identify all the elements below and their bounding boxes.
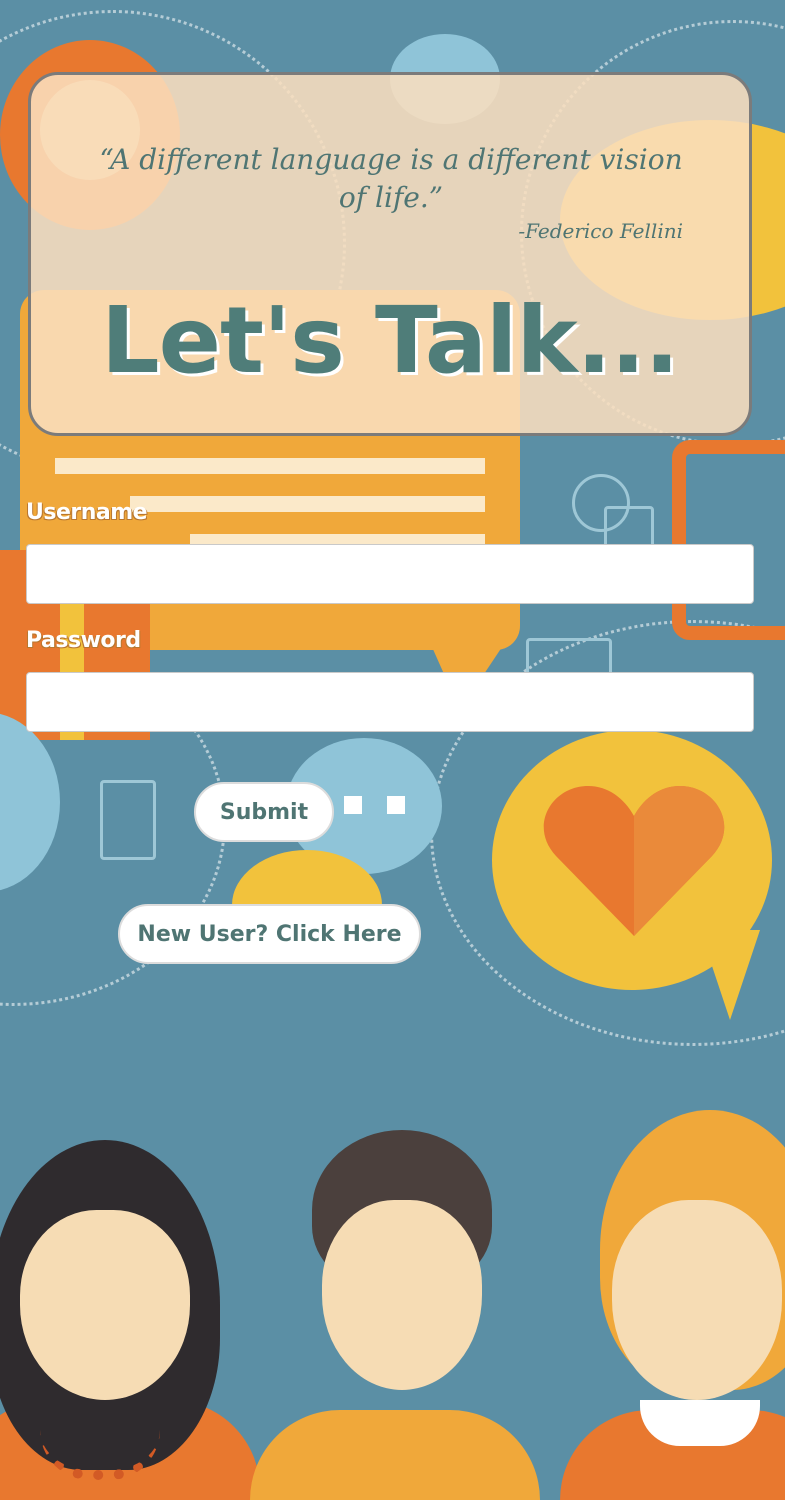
password-label: Password: [26, 628, 141, 653]
bubble-tail-shape: [700, 930, 760, 1020]
chat-dot-shape: [387, 796, 405, 814]
person-body-shape: [250, 1410, 540, 1500]
person-face-shape: [612, 1200, 782, 1400]
quote-text: “A different language is a different vis…: [99, 143, 683, 214]
quote-card: “A different language is a different vis…: [28, 72, 752, 436]
frame-shape: [672, 440, 785, 640]
username-label: Username: [26, 500, 148, 525]
text-line-shape: [130, 496, 485, 512]
heart-icon: [542, 786, 726, 936]
chat-dot-shape: [344, 796, 362, 814]
new-user-button[interactable]: New User? Click Here: [118, 904, 421, 964]
quote-author: -Federico Fellini: [518, 219, 683, 243]
username-input[interactable]: [26, 544, 754, 604]
text-line-shape: [55, 458, 485, 474]
submit-button[interactable]: Submit: [194, 782, 334, 842]
collar-shape: [640, 1400, 760, 1446]
person-face-shape: [20, 1210, 190, 1400]
page-title: Let's Talk...: [101, 287, 679, 394]
person-face-shape: [322, 1200, 482, 1390]
password-input[interactable]: [26, 672, 754, 732]
clipboard-icon: [100, 780, 156, 860]
